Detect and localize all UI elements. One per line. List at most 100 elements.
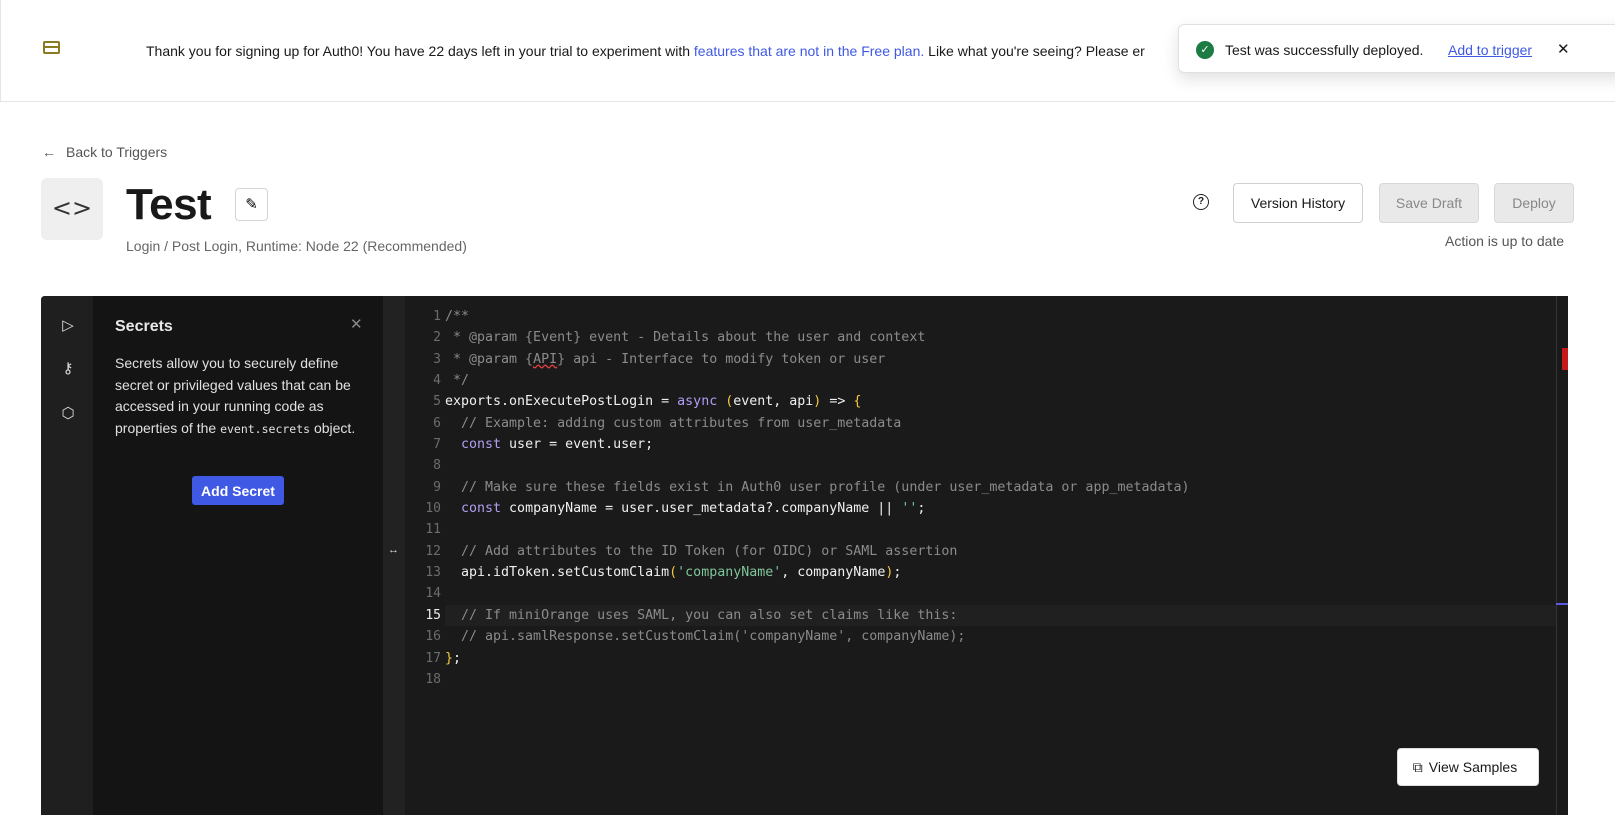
toast-message: Test was successfully deployed.: [1225, 42, 1424, 58]
code-line[interactable]: [445, 455, 1556, 476]
code-token-text: =>: [821, 394, 854, 410]
line-numbers: 1 2 3 4 5 6 7 8 9 10 11 12 13 14 15 16 17 18: [405, 306, 441, 690]
edit-name-button[interactable]: ✎: [235, 188, 268, 221]
line-number: 6: [433, 415, 441, 431]
code-line[interactable]: // If miniOrange uses SAML, you can also…: [445, 604, 1556, 627]
code-line[interactable]: // Example: adding custom attributes fro…: [445, 413, 1556, 434]
deploy-button[interactable]: Deploy: [1494, 183, 1574, 223]
secrets-desc-end: object.: [310, 419, 356, 436]
play-icon[interactable]: ▷: [59, 316, 77, 334]
version-history-button[interactable]: Version History: [1233, 183, 1363, 223]
back-label: Back to Triggers: [66, 144, 168, 160]
code-line[interactable]: [445, 519, 1556, 540]
code-editor-panel: ▷ ⚷ ⬡ Secrets ✕ Secrets allow you to sec…: [41, 296, 1568, 815]
code-token-comment: // api.samlResponse.setCustomClaim('comp…: [445, 629, 966, 645]
line-number: 2: [433, 330, 441, 346]
code-token-comment: /**: [445, 309, 470, 324]
code-token-keyword: const: [445, 501, 502, 517]
arrow-left-icon: ←: [42, 144, 56, 160]
line-number: 17: [425, 650, 441, 666]
code-token-comment: // Make sure these fields exist in Auth0…: [445, 479, 1190, 495]
action-status: Action is up to date: [1445, 233, 1565, 249]
line-number: 9: [433, 479, 441, 495]
external-link-icon: ⧉: [1412, 758, 1423, 775]
check-circle-icon: ✓: [1196, 41, 1214, 59]
line-number: 14: [425, 586, 441, 602]
line-number: 5: [433, 394, 441, 410]
deploy-success-toast: ✓ Test was successfully deployed. Add to…: [1178, 24, 1615, 73]
code-line[interactable]: const user = event.user;: [445, 434, 1556, 455]
line-number: 15: [425, 607, 441, 623]
key-icon[interactable]: ⚷: [59, 359, 77, 377]
code-token-comment: // If miniOrange uses SAML, you can also…: [445, 607, 958, 623]
code-line[interactable]: /**: [445, 306, 1556, 327]
resize-arrows-icon: ↔: [388, 544, 399, 556]
panel-resize-handle[interactable]: ↔: [383, 296, 405, 815]
line-number: 3: [433, 351, 441, 367]
cursor-marker: [1556, 603, 1568, 605]
save-draft-button[interactable]: Save Draft: [1379, 183, 1479, 223]
line-number: 12: [425, 543, 441, 559]
code-line[interactable]: // api.samlResponse.setCustomClaim('comp…: [445, 626, 1556, 647]
line-number: 18: [425, 671, 441, 687]
line-number: 13: [425, 565, 441, 581]
line-number: 10: [425, 501, 441, 517]
code-token-text: api.idToken.setCustomClaim: [445, 565, 670, 581]
code-line[interactable]: */: [445, 370, 1556, 391]
line-number: 8: [433, 458, 441, 474]
banner-text-before: Thank you for signing up for Auth0! You …: [146, 43, 694, 59]
code-line[interactable]: };: [445, 648, 1556, 669]
code-token-comment: */: [445, 373, 470, 389]
banner-text: Thank you for signing up for Auth0! You …: [146, 43, 1145, 59]
view-samples-label: View Samples: [1428, 758, 1518, 775]
code-line[interactable]: * @param {Event} event - Details about t…: [445, 327, 1556, 348]
code-token-text: ;: [917, 501, 926, 517]
secrets-title: Secrets: [115, 318, 173, 335]
add-secret-button[interactable]: Add Secret: [192, 476, 284, 505]
view-samples-button[interactable]: ⧉ View Samples: [1397, 748, 1539, 786]
package-icon[interactable]: ⬡: [59, 404, 77, 422]
code-token-text: user = event.user;: [501, 437, 654, 453]
code-token-text: ;: [893, 565, 902, 581]
secrets-description: Secrets allow you to securely define sec…: [115, 353, 365, 440]
pencil-icon: ✎: [245, 196, 258, 213]
line-number: 7: [433, 437, 441, 453]
credit-card-icon: [43, 41, 60, 54]
code-line[interactable]: exports.onExecutePostLogin = async (even…: [445, 391, 1556, 412]
code-token-comment: // Example: adding custom attributes fro…: [445, 415, 902, 431]
code-line[interactable]: [445, 669, 1556, 690]
code-line[interactable]: // Make sure these fields exist in Auth0…: [445, 477, 1556, 498]
code-line[interactable]: const companyName = user.user_metadata?.…: [445, 498, 1556, 519]
add-to-trigger-link[interactable]: Add to trigger: [1448, 42, 1532, 58]
editor-sidebar-rail: ▷ ⚷ ⬡: [41, 296, 93, 815]
secrets-desc-code: event.secrets: [220, 421, 311, 436]
code-icon: <>: [41, 178, 103, 240]
code-token-paren: }: [445, 650, 454, 666]
free-plan-features-link[interactable]: features that are not in the Free plan.: [694, 43, 924, 59]
code-token-err: API: [533, 351, 558, 367]
code-line[interactable]: // Add attributes to the ID Token (for O…: [445, 541, 1556, 562]
editor-scrollbar[interactable]: [1556, 296, 1568, 815]
code-token-paren: (: [669, 565, 678, 581]
back-to-triggers-link[interactable]: ← Back to Triggers: [42, 144, 177, 160]
line-number: 4: [433, 373, 441, 389]
close-icon[interactable]: ✕: [1557, 40, 1570, 58]
code-area[interactable]: /** * @param {Event} event - Details abo…: [445, 306, 1556, 690]
code-token-keyword: const: [445, 437, 502, 453]
code-token-comment: } api - Interface to modify token or use…: [557, 351, 886, 367]
help-icon[interactable]: ?: [1193, 194, 1209, 210]
code-token-string: '': [901, 501, 918, 517]
close-icon[interactable]: ✕: [350, 315, 363, 333]
line-number: 11: [425, 522, 441, 538]
code-token-keyword: async: [677, 394, 718, 410]
code-line[interactable]: api.idToken.setCustomClaim('companyName'…: [445, 562, 1556, 583]
code-token-text: ;: [453, 650, 462, 666]
code-line[interactable]: [445, 583, 1556, 604]
code-token-comment: // Add attributes to the ID Token (for O…: [445, 543, 958, 559]
banner-text-after: Like what you're seeing? Please er: [924, 43, 1145, 59]
action-subtitle: Login / Post Login, Runtime: Node 22 (Re…: [126, 238, 467, 254]
code-token-text: exports.onExecutePostLogin =: [445, 394, 678, 410]
code-line[interactable]: * @param {API} api - Interface to modify…: [445, 349, 1556, 370]
code-token-text: event, api: [733, 394, 814, 410]
code-token-text: , companyName: [781, 565, 886, 581]
